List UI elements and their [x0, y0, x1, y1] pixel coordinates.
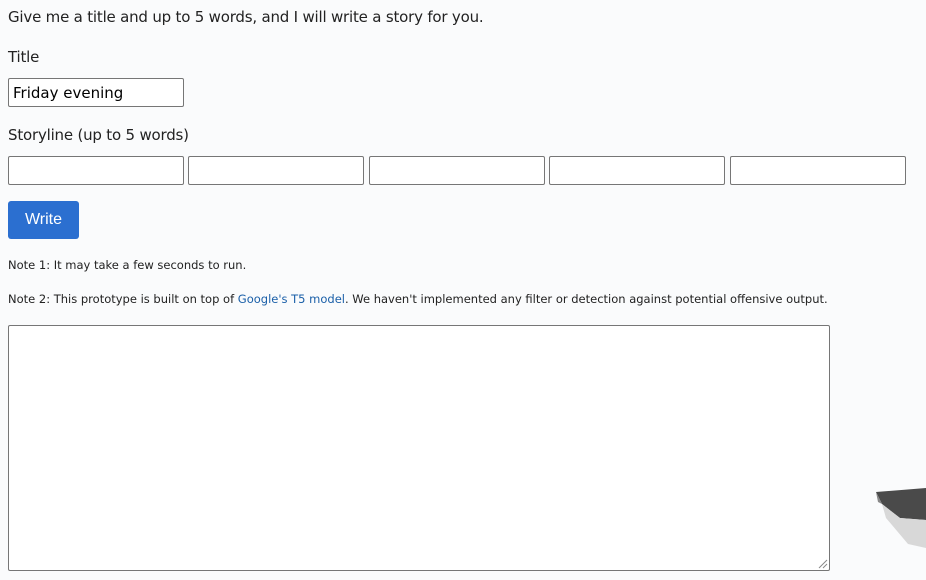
note-1: Note 1: It may take a few seconds to run…	[8, 258, 247, 272]
t5-model-link[interactable]: Google's T5 model	[238, 292, 345, 306]
title-label: Title	[8, 48, 40, 66]
storyline-word-5[interactable]	[730, 156, 906, 185]
intro-text: Give me a title and up to 5 words, and I…	[8, 8, 484, 26]
write-button[interactable]: Write	[8, 201, 79, 239]
storyline-word-2[interactable]	[188, 156, 364, 185]
storyline-words	[8, 156, 906, 185]
resize-handle-icon[interactable]	[818, 559, 828, 569]
storyline-word-3[interactable]	[369, 156, 545, 185]
title-input[interactable]	[8, 78, 184, 107]
story-output[interactable]	[8, 325, 830, 571]
storyline-label: Storyline (up to 5 words)	[8, 126, 189, 144]
note-2: Note 2: This prototype is built on top o…	[8, 292, 828, 306]
pen-icon	[876, 488, 926, 548]
storyline-word-1[interactable]	[8, 156, 184, 185]
note-2-prefix: Note 2: This prototype is built on top o…	[8, 292, 238, 306]
storyline-word-4[interactable]	[549, 156, 725, 185]
note-2-suffix: . We haven't implemented any filter or d…	[344, 292, 828, 306]
